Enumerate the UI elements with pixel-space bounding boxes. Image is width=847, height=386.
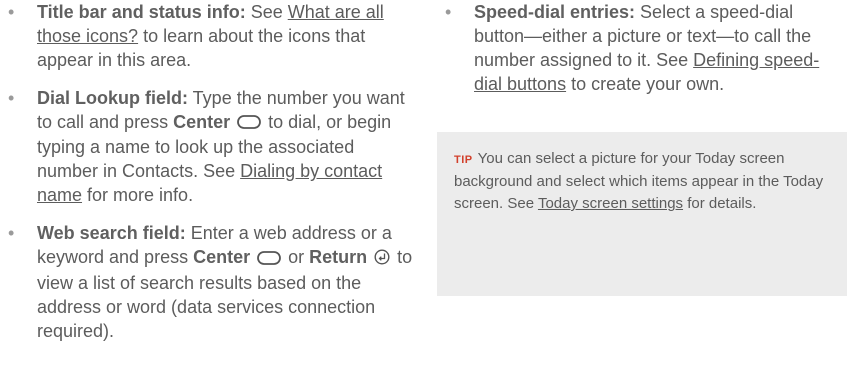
bullet-marker: • <box>8 88 15 108</box>
body-text: to create your own. <box>566 74 725 94</box>
list-item-speed-dial: • Speed-dial entries: Select a speed-dia… <box>437 0 847 96</box>
list-item-dial-lookup: • Dial Lookup field: Type the number you… <box>0 86 420 207</box>
bullet-marker: • <box>8 2 15 22</box>
left-bullet-list: • Title bar and status info: See What ar… <box>0 0 420 343</box>
tip-label: TIP <box>454 154 473 166</box>
left-column: • Title bar and status info: See What ar… <box>0 0 420 357</box>
tip-text: for details. <box>683 195 757 212</box>
link-today-screen-settings[interactable]: Today screen settings <box>538 195 683 212</box>
term-web-search: Web search field: <box>37 223 186 244</box>
term-dial-lookup: Dial Lookup field: <box>37 88 188 108</box>
right-column: • Speed-dial entries: Select a speed-dia… <box>437 0 847 110</box>
right-bullet-list: • Speed-dial entries: Select a speed-dia… <box>437 0 847 96</box>
key-name-return: Return <box>309 247 368 268</box>
term-title-bar: Title bar and status info: <box>37 2 246 22</box>
body-text: See <box>245 2 288 22</box>
list-item-title-bar: • Title bar and status info: See What ar… <box>0 0 420 72</box>
tip-box: TIP You can select a picture for your Tod… <box>437 132 847 296</box>
key-name-center: Center <box>193 247 251 268</box>
list-item-web-search: • Web search field: Enter a web address … <box>0 221 420 342</box>
center-key-icon <box>237 111 262 135</box>
bullet-marker: • <box>445 2 452 22</box>
term-speed-dial: Speed-dial entries: <box>474 2 636 22</box>
center-key-icon <box>257 247 282 271</box>
body-text: or <box>283 247 310 268</box>
bullet-marker: • <box>8 223 15 244</box>
body-text: for more info. <box>82 185 194 206</box>
return-key-icon <box>374 247 390 271</box>
key-name-center: Center <box>173 112 231 132</box>
